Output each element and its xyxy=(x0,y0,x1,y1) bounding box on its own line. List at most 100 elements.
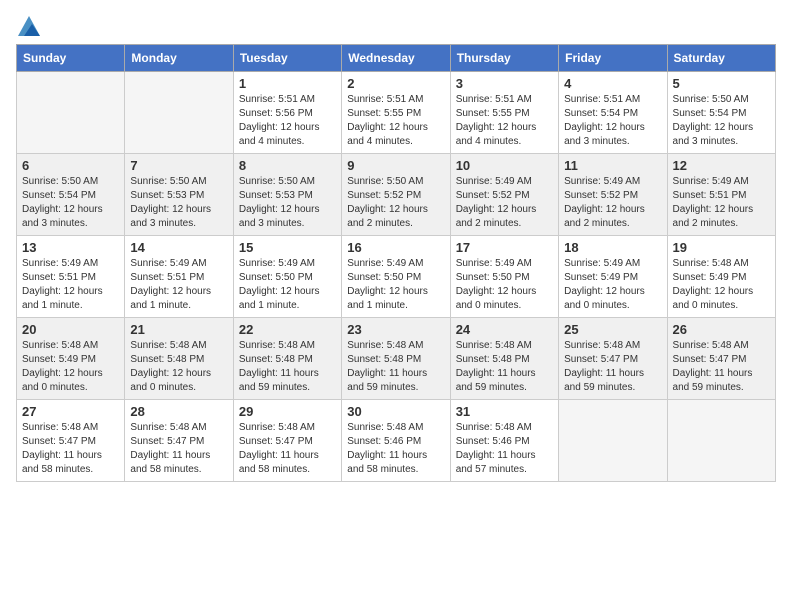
calendar-cell: 30 Sunrise: 5:48 AM Sunset: 5:46 PM Dayli… xyxy=(342,400,450,482)
day-number: 27 xyxy=(22,404,119,419)
calendar-cell: 7 Sunrise: 5:50 AM Sunset: 5:53 PM Daylig… xyxy=(125,154,233,236)
calendar-cell: 5 Sunrise: 5:50 AM Sunset: 5:54 PM Daylig… xyxy=(667,72,775,154)
day-number: 14 xyxy=(130,240,227,255)
day-number: 18 xyxy=(564,240,661,255)
day-number: 25 xyxy=(564,322,661,337)
calendar-week-3: 13 Sunrise: 5:49 AM Sunset: 5:51 PM Dayli… xyxy=(17,236,776,318)
calendar-cell xyxy=(17,72,125,154)
calendar-cell: 9 Sunrise: 5:50 AM Sunset: 5:52 PM Daylig… xyxy=(342,154,450,236)
calendar-cell: 28 Sunrise: 5:48 AM Sunset: 5:47 PM Dayli… xyxy=(125,400,233,482)
page-header xyxy=(16,16,776,36)
calendar-week-2: 6 Sunrise: 5:50 AM Sunset: 5:54 PM Daylig… xyxy=(17,154,776,236)
header-tuesday: Tuesday xyxy=(233,45,341,72)
cell-content: Sunrise: 5:48 AM Sunset: 5:47 PM Dayligh… xyxy=(130,421,227,477)
calendar-cell: 22Sunrise: 5:48 AM Sunset: 5:48 PM Dayli… xyxy=(233,318,341,400)
calendar-cell: 26Sunrise: 5:48 AM Sunset: 5:47 PM Dayli… xyxy=(667,318,775,400)
day-number: 5 xyxy=(673,76,770,91)
calendar-cell: 6 Sunrise: 5:50 AM Sunset: 5:54 PM Daylig… xyxy=(17,154,125,236)
day-number: 4 xyxy=(564,76,661,91)
cell-content: Sunrise: 5:50 AM Sunset: 5:53 PM Dayligh… xyxy=(239,175,336,231)
calendar-cell: 25 Sunrise: 5:48 AM Sunset: 5:47 PM Dayli… xyxy=(559,318,667,400)
day-number: 31 xyxy=(456,404,553,419)
header-wednesday: Wednesday xyxy=(342,45,450,72)
calendar-cell: 3 Sunrise: 5:51 AM Sunset: 5:55 PM Daylig… xyxy=(450,72,558,154)
calendar-cell xyxy=(559,400,667,482)
calendar-cell: 19 Sunrise: 5:48 AM Sunset: 5:49 PM Dayli… xyxy=(667,236,775,318)
day-number: 9 xyxy=(347,158,444,173)
calendar-cell: 11 Sunrise: 5:49 AM Sunset: 5:52 PM Dayli… xyxy=(559,154,667,236)
day-number: 20 xyxy=(22,322,119,337)
day-number: 23 xyxy=(347,322,444,337)
day-number: 11 xyxy=(564,158,661,173)
calendar-cell: 2Sunrise: 5:51 AM Sunset: 5:55 PM Daylig… xyxy=(342,72,450,154)
day-number: 2 xyxy=(347,76,444,91)
day-number: 30 xyxy=(347,404,444,419)
calendar-cell: 23Sunrise: 5:48 AM Sunset: 5:48 PM Dayli… xyxy=(342,318,450,400)
calendar-cell: 1Sunrise: 5:51 AM Sunset: 5:56 PM Daylig… xyxy=(233,72,341,154)
cell-content: Sunrise: 5:48 AM Sunset: 5:46 PM Dayligh… xyxy=(347,421,444,477)
cell-content: Sunrise: 5:51 AM Sunset: 5:55 PM Dayligh… xyxy=(456,93,553,149)
day-number: 6 xyxy=(22,158,119,173)
calendar-cell: 31Sunrise: 5:48 AM Sunset: 5:46 PM Dayli… xyxy=(450,400,558,482)
day-number: 10 xyxy=(456,158,553,173)
calendar-cell: 27Sunrise: 5:48 AM Sunset: 5:47 PM Dayli… xyxy=(17,400,125,482)
day-number: 19 xyxy=(673,240,770,255)
cell-content: Sunrise: 5:49 AM Sunset: 5:51 PM Dayligh… xyxy=(22,257,119,313)
day-number: 7 xyxy=(130,158,227,173)
cell-content: Sunrise: 5:48 AM Sunset: 5:47 PM Dayligh… xyxy=(564,339,661,395)
cell-content: Sunrise: 5:49 AM Sunset: 5:51 PM Dayligh… xyxy=(673,175,770,231)
day-number: 24 xyxy=(456,322,553,337)
calendar-week-1: 1Sunrise: 5:51 AM Sunset: 5:56 PM Daylig… xyxy=(17,72,776,154)
calendar-cell: 12 Sunrise: 5:49 AM Sunset: 5:51 PM Dayli… xyxy=(667,154,775,236)
cell-content: Sunrise: 5:49 AM Sunset: 5:51 PM Dayligh… xyxy=(130,257,227,313)
day-number: 12 xyxy=(673,158,770,173)
cell-content: Sunrise: 5:48 AM Sunset: 5:47 PM Dayligh… xyxy=(673,339,770,395)
cell-content: Sunrise: 5:50 AM Sunset: 5:54 PM Dayligh… xyxy=(673,93,770,149)
calendar-cell: 13 Sunrise: 5:49 AM Sunset: 5:51 PM Dayli… xyxy=(17,236,125,318)
cell-content: Sunrise: 5:49 AM Sunset: 5:50 PM Dayligh… xyxy=(239,257,336,313)
calendar-cell: 20 Sunrise: 5:48 AM Sunset: 5:49 PM Dayli… xyxy=(17,318,125,400)
header-sunday: Sunday xyxy=(17,45,125,72)
calendar-cell: 29 Sunrise: 5:48 AM Sunset: 5:47 PM Dayli… xyxy=(233,400,341,482)
cell-content: Sunrise: 5:51 AM Sunset: 5:54 PM Dayligh… xyxy=(564,93,661,149)
header-friday: Friday xyxy=(559,45,667,72)
calendar-header-row: SundayMondayTuesdayWednesdayThursdayFrid… xyxy=(17,45,776,72)
cell-content: Sunrise: 5:48 AM Sunset: 5:47 PM Dayligh… xyxy=(239,421,336,477)
day-number: 22 xyxy=(239,322,336,337)
calendar-cell: 10Sunrise: 5:49 AM Sunset: 5:52 PM Dayli… xyxy=(450,154,558,236)
day-number: 15 xyxy=(239,240,336,255)
calendar-week-5: 27 Sunrise: 5:48 AM Sunset: 5:47 PM Dayli… xyxy=(17,400,776,482)
cell-content: Sunrise: 5:51 AM Sunset: 5:56 PM Dayligh… xyxy=(239,93,336,149)
cell-content: Sunrise: 5:48 AM Sunset: 5:49 PM Dayligh… xyxy=(22,339,119,395)
day-number: 28 xyxy=(130,404,227,419)
cell-content: Sunrise: 5:49 AM Sunset: 5:49 PM Dayligh… xyxy=(564,257,661,313)
cell-content: Sunrise: 5:48 AM Sunset: 5:48 PM Dayligh… xyxy=(456,339,553,395)
day-number: 29 xyxy=(239,404,336,419)
calendar-cell: 14 Sunrise: 5:49 AM Sunset: 5:51 PM Dayli… xyxy=(125,236,233,318)
header-thursday: Thursday xyxy=(450,45,558,72)
calendar-cell: 24 Sunrise: 5:48 AM Sunset: 5:48 PM Dayli… xyxy=(450,318,558,400)
cell-content: Sunrise: 5:48 AM Sunset: 5:49 PM Dayligh… xyxy=(673,257,770,313)
cell-content: Sunrise: 5:50 AM Sunset: 5:53 PM Dayligh… xyxy=(130,175,227,231)
calendar-cell: 8 Sunrise: 5:50 AM Sunset: 5:53 PM Daylig… xyxy=(233,154,341,236)
calendar-cell: 18 Sunrise: 5:49 AM Sunset: 5:49 PM Dayli… xyxy=(559,236,667,318)
logo xyxy=(16,16,40,36)
calendar-cell: 16Sunrise: 5:49 AM Sunset: 5:50 PM Dayli… xyxy=(342,236,450,318)
calendar-table: SundayMondayTuesdayWednesdayThursdayFrid… xyxy=(16,44,776,482)
header-monday: Monday xyxy=(125,45,233,72)
day-number: 16 xyxy=(347,240,444,255)
cell-content: Sunrise: 5:50 AM Sunset: 5:54 PM Dayligh… xyxy=(22,175,119,231)
day-number: 8 xyxy=(239,158,336,173)
calendar-cell: 4 Sunrise: 5:51 AM Sunset: 5:54 PM Daylig… xyxy=(559,72,667,154)
day-number: 13 xyxy=(22,240,119,255)
calendar-cell xyxy=(667,400,775,482)
day-number: 17 xyxy=(456,240,553,255)
cell-content: Sunrise: 5:49 AM Sunset: 5:50 PM Dayligh… xyxy=(456,257,553,313)
cell-content: Sunrise: 5:50 AM Sunset: 5:52 PM Dayligh… xyxy=(347,175,444,231)
logo-icon xyxy=(18,16,40,36)
header-saturday: Saturday xyxy=(667,45,775,72)
cell-content: Sunrise: 5:48 AM Sunset: 5:48 PM Dayligh… xyxy=(130,339,227,395)
cell-content: Sunrise: 5:49 AM Sunset: 5:52 PM Dayligh… xyxy=(564,175,661,231)
day-number: 3 xyxy=(456,76,553,91)
calendar-cell: 21Sunrise: 5:48 AM Sunset: 5:48 PM Dayli… xyxy=(125,318,233,400)
